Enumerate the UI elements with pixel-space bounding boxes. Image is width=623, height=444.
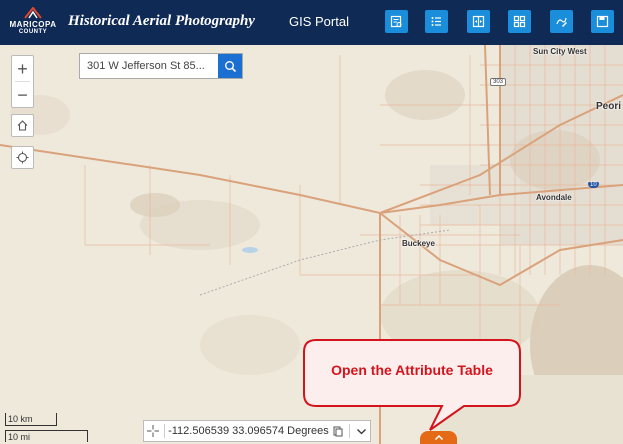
save-button[interactable] [591, 10, 614, 33]
home-button[interactable] [11, 114, 34, 137]
label-sun-city-west: Sun City West [533, 47, 587, 56]
scale-km: 10 km [5, 413, 57, 426]
open-attribute-table-button[interactable] [420, 431, 457, 444]
logo-text-county: COUNTY [18, 29, 48, 35]
label-avondale: Avondale [536, 193, 572, 202]
logo-text-maricopa: MARICOPA [9, 20, 57, 29]
layer-list-button[interactable] [425, 10, 448, 33]
zoom-out-button[interactable]: − [12, 82, 33, 107]
locate-crosshair-icon [16, 151, 29, 164]
legend-list-icon [390, 15, 402, 28]
layer-list-icon [431, 17, 441, 26]
basemap-gallery-icon [513, 15, 526, 28]
save-icon [596, 15, 609, 28]
crosshair-toggle[interactable] [144, 425, 161, 437]
label-buckeye: Buckeye [402, 239, 435, 248]
attribute-table-callout: Open the Attribute Table [302, 338, 522, 431]
route-303-shield: 303 [490, 78, 507, 86]
draw-button[interactable] [550, 10, 573, 33]
plus-icon: + [17, 58, 28, 79]
maricopa-county-logo[interactable]: MARICOPA COUNTY [8, 7, 58, 39]
search-icon [224, 60, 236, 72]
edit-draw-icon [556, 17, 567, 27]
app-header: MARICOPA COUNTY Historical Aerial Photog… [0, 0, 623, 45]
basemap-gallery-button[interactable] [508, 10, 531, 33]
crosshair-icon [146, 425, 159, 437]
locate-button[interactable] [11, 146, 34, 169]
swipe-icon [472, 15, 485, 28]
search-button[interactable] [218, 54, 242, 78]
gis-portal-link[interactable]: GIS Portal [289, 14, 349, 29]
scale-mi: 10 mi [5, 430, 88, 442]
interstate-10-shield: 10 [588, 182, 599, 188]
chevron-up-icon [434, 434, 443, 441]
zoom-control: + − [11, 55, 34, 108]
callout-bubble [303, 339, 521, 431]
home-icon [17, 120, 28, 131]
label-peoria: Peori [596, 101, 622, 112]
search-input[interactable] [80, 54, 218, 78]
minus-icon: − [17, 84, 28, 105]
callout-text: Open the Attribute Table [331, 362, 493, 378]
legend-button[interactable] [385, 10, 408, 33]
app-title: Historical Aerial Photography [68, 13, 255, 29]
coord-divider [164, 424, 166, 438]
swipe-button[interactable] [467, 10, 490, 33]
address-search [79, 53, 243, 79]
zoom-in-button[interactable]: + [12, 56, 33, 81]
county-seal-icon [24, 7, 42, 19]
